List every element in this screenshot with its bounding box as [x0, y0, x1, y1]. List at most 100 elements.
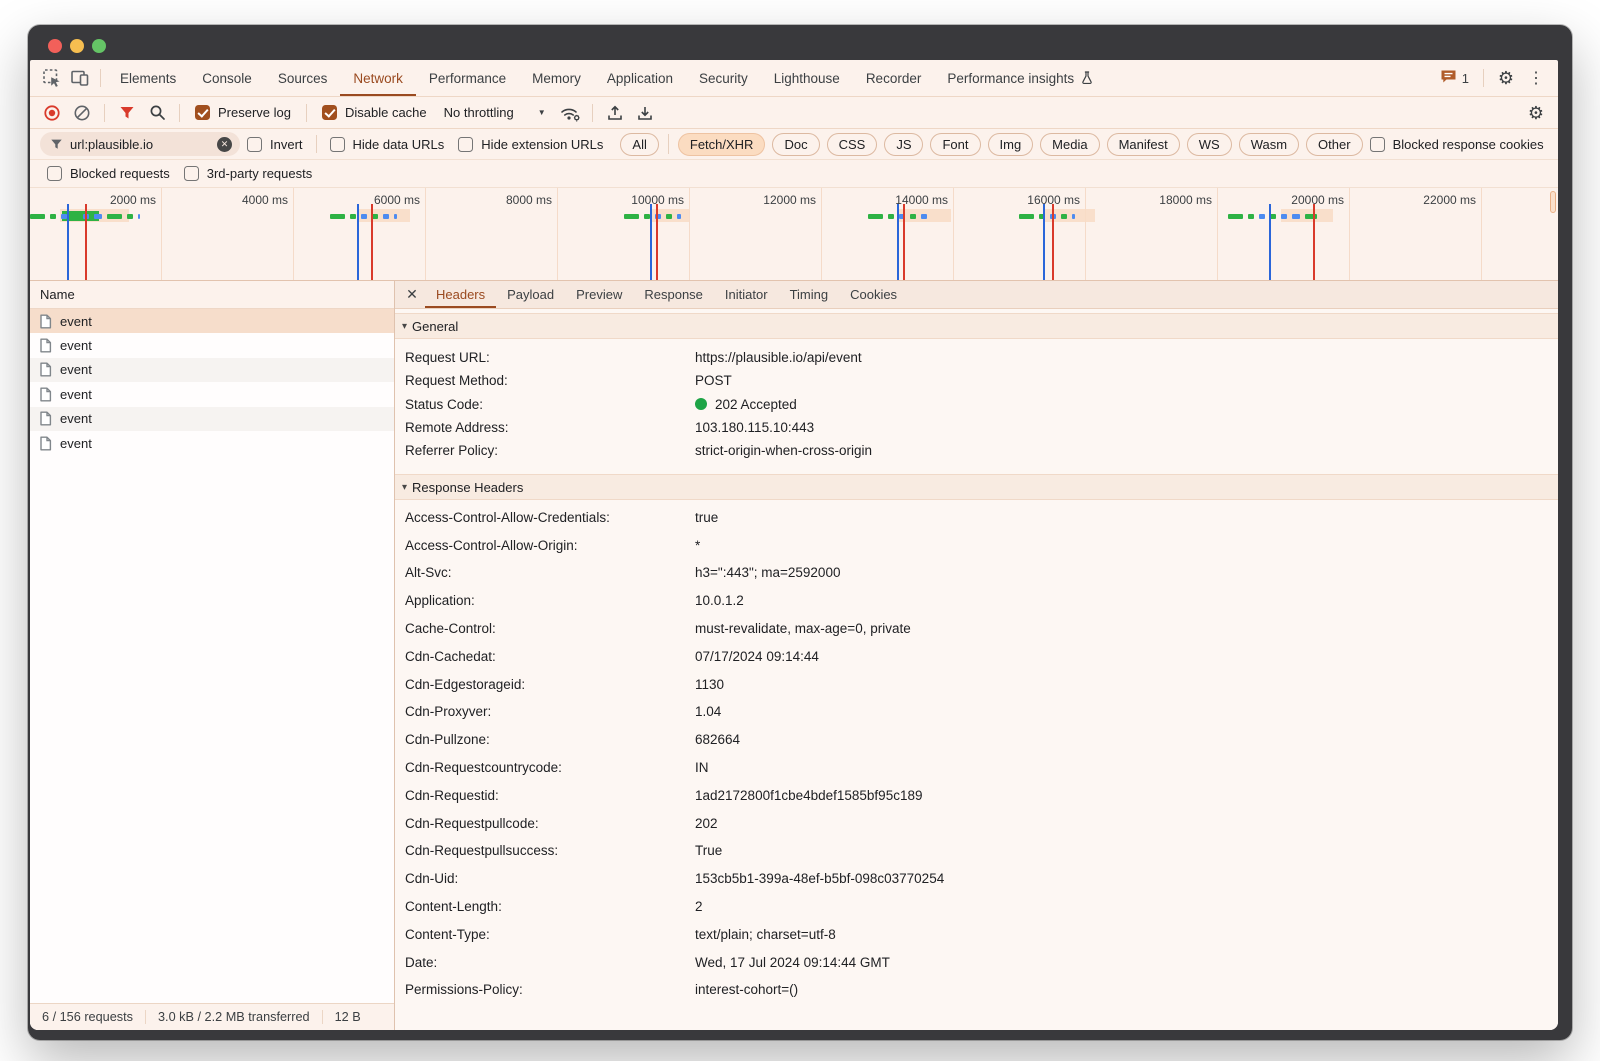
detail-tab-headers[interactable]: Headers	[425, 281, 496, 308]
issues-icon	[1440, 69, 1457, 87]
blocked-response-cookies-checkbox[interactable]: Blocked response cookies	[1370, 137, 1544, 152]
dom-content-loaded-line	[357, 204, 359, 280]
import-har-icon[interactable]	[601, 99, 629, 127]
header-value: 2	[695, 899, 1558, 914]
request-row[interactable]: event	[30, 358, 394, 382]
close-window-button[interactable]	[48, 39, 62, 53]
filter-type-manifest[interactable]: Manifest	[1107, 133, 1180, 156]
tab-elements[interactable]: Elements	[107, 60, 189, 96]
header-name: Cdn-Requestid:	[395, 788, 695, 803]
invert-checkbox[interactable]: Invert	[247, 137, 303, 152]
network-conditions-icon[interactable]	[556, 99, 584, 127]
filter-type-wasm[interactable]: Wasm	[1239, 133, 1299, 156]
tab-memory[interactable]: Memory	[519, 60, 594, 96]
waterfall-dash	[138, 214, 140, 219]
tab-recorder[interactable]: Recorder	[853, 60, 935, 96]
header-row: Permissions-Policy:interest-cohort=()	[395, 976, 1558, 1004]
filter-type-doc[interactable]: Doc	[772, 133, 819, 156]
waterfall-dash	[1281, 214, 1287, 219]
search-icon[interactable]	[143, 99, 171, 127]
network-overview-timeline[interactable]: 2000 ms4000 ms6000 ms8000 ms10000 ms1200…	[30, 188, 1558, 281]
blocked-requests-checkbox[interactable]: Blocked requests	[47, 166, 170, 181]
request-row[interactable]: event	[30, 382, 394, 406]
requests-panel: Name eventeventeventeventeventevent 6 / …	[30, 281, 395, 1030]
request-name: event	[60, 362, 92, 377]
tab-sources[interactable]: Sources	[265, 60, 341, 96]
disable-cache-checkbox[interactable]: Disable cache	[322, 105, 427, 120]
timeline-waterfall-marks	[30, 188, 1558, 280]
headers-content: ▾ General Request URL:https://plausible.…	[395, 309, 1558, 1030]
header-value: must-revalidate, max-age=0, private	[695, 621, 1558, 636]
load-event-line	[85, 204, 87, 280]
detail-tab-response[interactable]: Response	[633, 281, 714, 308]
request-row[interactable]: event	[30, 407, 394, 431]
throttling-value: No throttling	[444, 105, 514, 120]
hide-data-urls-checkbox[interactable]: Hide data URLs	[330, 137, 445, 152]
request-name: event	[60, 314, 92, 329]
export-har-icon[interactable]	[631, 99, 659, 127]
filter-type-js[interactable]: JS	[884, 133, 923, 156]
settings-gear-icon[interactable]: ⚙	[1492, 64, 1520, 92]
zoom-window-button[interactable]	[92, 39, 106, 53]
more-options-icon[interactable]: ⋮	[1522, 64, 1550, 92]
detail-tab-preview[interactable]: Preview	[565, 281, 633, 308]
filter-type-fetch-xhr[interactable]: Fetch/XHR	[678, 133, 766, 156]
header-value: True	[695, 843, 1558, 858]
preserve-log-checkbox[interactable]: Preserve log	[195, 105, 291, 120]
filter-type-font[interactable]: Font	[930, 133, 980, 156]
third-party-requests-checkbox[interactable]: 3rd-party requests	[184, 166, 313, 181]
response-headers-section-header[interactable]: ▾ Response Headers	[395, 474, 1558, 500]
filter-type-other[interactable]: Other	[1306, 133, 1363, 156]
header-row: Alt-Svc:h3=":443"; ma=2592000	[395, 559, 1558, 587]
filter-type-ws[interactable]: WS	[1187, 133, 1232, 156]
tab-security[interactable]: Security	[686, 60, 761, 96]
request-row[interactable]: event	[30, 333, 394, 357]
waterfall-dash	[910, 214, 916, 219]
network-settings-gear-icon[interactable]: ⚙	[1522, 99, 1550, 127]
filter-query-input[interactable]	[70, 137, 210, 152]
detail-tab-cookies[interactable]: Cookies	[839, 281, 908, 308]
tab-performance[interactable]: Performance	[416, 60, 519, 96]
filter-type-media[interactable]: Media	[1040, 133, 1099, 156]
header-value: 202	[695, 816, 1558, 831]
tab-network[interactable]: Network	[340, 60, 416, 96]
header-name: Application:	[395, 593, 695, 608]
filter-toggle-icon[interactable]	[113, 99, 141, 127]
record-network-log-button[interactable]	[38, 99, 66, 127]
header-row: Access-Control-Allow-Credentials:true	[395, 503, 1558, 531]
dom-content-loaded-line	[1043, 204, 1045, 280]
checkbox-checked-icon	[322, 105, 337, 120]
waterfall-dash	[888, 214, 894, 219]
header-name: Cdn-Uid:	[395, 871, 695, 886]
tab-application[interactable]: Application	[594, 60, 686, 96]
header-row: Remote Address:103.180.115.10:443	[395, 416, 1558, 439]
transferred-size: 3.0 kB / 2.2 MB transferred	[145, 1010, 322, 1024]
hide-extension-urls-checkbox[interactable]: Hide extension URLs	[458, 137, 603, 152]
clear-filter-icon[interactable]: ✕	[217, 137, 232, 152]
request-row[interactable]: event	[30, 431, 394, 455]
timeline-scroll-handle[interactable]	[1550, 191, 1556, 213]
header-value: interest-cohort=()	[695, 982, 1558, 997]
detail-tab-initiator[interactable]: Initiator	[714, 281, 779, 308]
request-row[interactable]: event	[30, 309, 394, 333]
throttling-select[interactable]: No throttling ▼	[436, 105, 554, 120]
tab-performance-insights[interactable]: Performance insights	[934, 60, 1106, 96]
issues-counter[interactable]: 1	[1434, 69, 1475, 87]
response-header-rows: Access-Control-Allow-Credentials:trueAcc…	[395, 500, 1558, 1009]
device-toolbar-icon[interactable]	[66, 64, 94, 92]
inspect-element-icon[interactable]	[38, 64, 66, 92]
detail-tab-payload[interactable]: Payload	[496, 281, 565, 308]
tab-console[interactable]: Console	[189, 60, 265, 96]
filter-type-css[interactable]: CSS	[827, 133, 878, 156]
tab-lighthouse[interactable]: Lighthouse	[761, 60, 853, 96]
detail-tab-timing[interactable]: Timing	[779, 281, 840, 308]
minimize-window-button[interactable]	[70, 39, 84, 53]
tab-label: Elements	[120, 71, 176, 86]
checkbox-unchecked-icon	[1370, 137, 1385, 152]
general-section-header[interactable]: ▾ General	[395, 313, 1558, 339]
filter-type-img[interactable]: Img	[988, 133, 1034, 156]
close-detail-icon[interactable]: ✕	[399, 281, 425, 308]
clear-network-log-button[interactable]	[68, 99, 96, 127]
name-column-header[interactable]: Name	[30, 281, 394, 309]
filter-type-all[interactable]: All	[620, 133, 658, 156]
